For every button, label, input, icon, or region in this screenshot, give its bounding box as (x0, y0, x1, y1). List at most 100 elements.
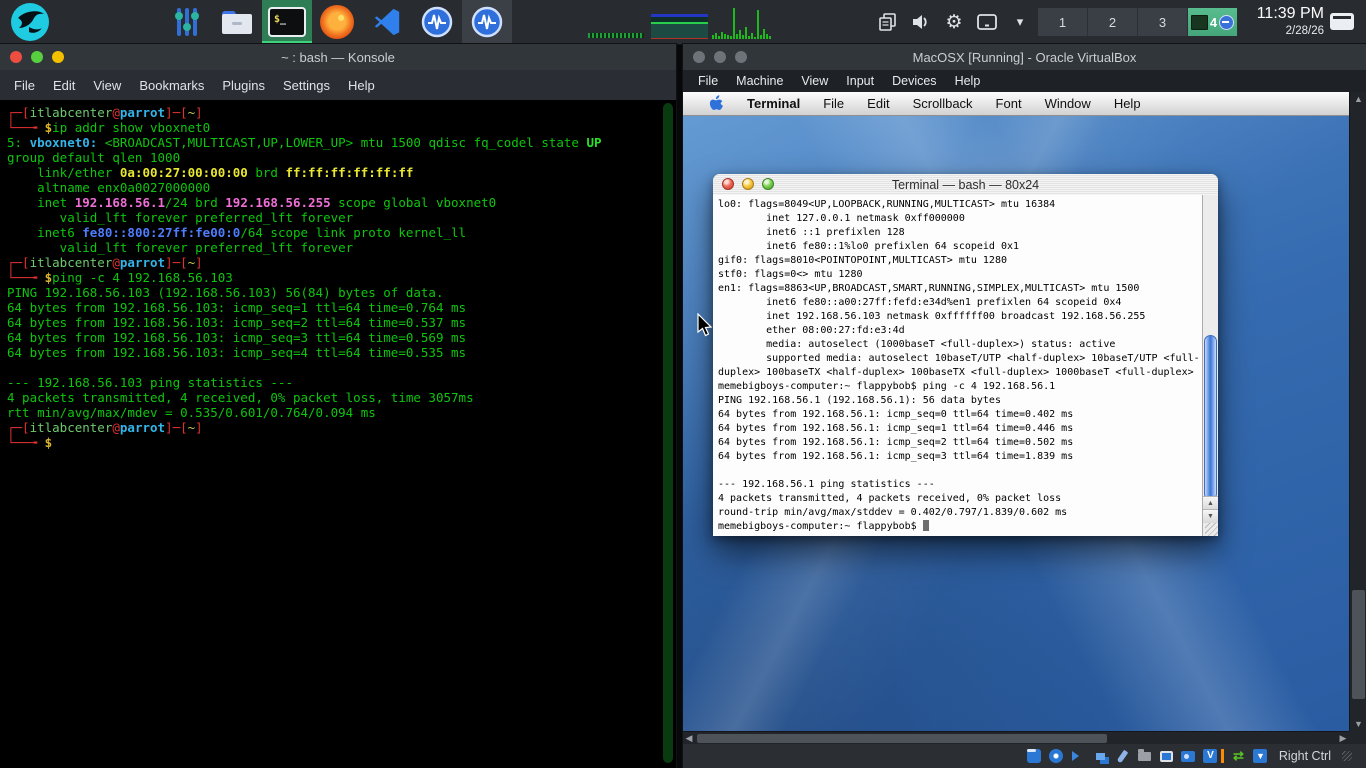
konsole-menu-file[interactable]: File (5, 78, 44, 93)
close-button[interactable] (722, 178, 734, 190)
audio-icon[interactable] (1071, 749, 1086, 764)
clipboard-icon[interactable] (878, 12, 898, 32)
vscode-launcher[interactable] (362, 0, 412, 44)
panel-clock[interactable]: 11:39 PM 2/28/26 (1238, 3, 1324, 39)
vbox-menu-file[interactable]: File (689, 74, 727, 88)
vbox-menu-devices[interactable]: Devices (883, 74, 945, 88)
features-icon[interactable]: V (1203, 749, 1218, 764)
settings-gear-icon[interactable]: ⚙ (944, 12, 964, 32)
vbox-menu-view[interactable]: View (792, 74, 837, 88)
workspace-3[interactable]: 3 (1138, 8, 1188, 36)
mac-terminal-window[interactable]: Terminal — bash — 80x24 lo0: flags=8049<… (713, 174, 1218, 536)
workspace-number: 1 (1059, 15, 1066, 30)
network-icon[interactable] (1093, 749, 1108, 764)
mac-menu-scrollback[interactable]: Scrollback (913, 96, 973, 111)
keyboard-capture-icon[interactable]: ▼ (1253, 749, 1268, 764)
terminal-line: inet6 fe80::800:27ff:fe00:0/64 scope lin… (7, 225, 676, 240)
mouse-integration-icon[interactable]: ⇄ (1231, 749, 1246, 764)
vm-vertical-scrollbar[interactable]: ▲ ▼ (1349, 92, 1366, 731)
mac-menu-edit[interactable]: Edit (867, 96, 889, 111)
konsole-terminal-output[interactable]: ┌─[itlabcenter@parrot]─[~]└──╼ $ip addr … (0, 100, 676, 768)
scrollbar-thumb[interactable] (1204, 335, 1217, 501)
mac-terminal-body[interactable]: lo0: flags=8049<UP,LOOPBACK,RUNNING,MULT… (713, 195, 1218, 536)
terminal-line: 64 bytes from 192.168.56.103: icmp_seq=1… (7, 300, 676, 315)
mac-terminal-titlebar[interactable]: Terminal — bash — 80x24 (713, 174, 1218, 196)
close-button[interactable] (10, 51, 22, 63)
shared-folders-icon[interactable] (1137, 749, 1152, 764)
chevron-down-icon[interactable]: ▾ (1010, 12, 1030, 32)
maximize-button[interactable] (31, 51, 43, 63)
vbox-menu-help[interactable]: Help (946, 74, 990, 88)
scroll-down-icon[interactable]: ▼ (1350, 719, 1366, 729)
vbox-menu-input[interactable]: Input (837, 74, 883, 88)
cpu-graph[interactable] (588, 33, 644, 38)
input-device-icon[interactable] (977, 12, 997, 32)
konsole-menu-help[interactable]: Help (339, 78, 384, 93)
scrollbar-thumb[interactable] (1352, 590, 1365, 699)
scroll-up-icon[interactable]: ▲ (1350, 94, 1366, 104)
system-monitor-2-launcher[interactable] (462, 0, 512, 44)
recording-icon[interactable] (1181, 749, 1196, 764)
mac-menu-app[interactable]: Terminal (747, 96, 800, 111)
terminal-line: 64 bytes from 192.168.56.1: icmp_seq=0 t… (718, 408, 1202, 422)
konsole-scrollbar[interactable] (663, 103, 673, 763)
scrollbar-corner (1349, 731, 1366, 744)
workspace-1[interactable]: 1 (1038, 8, 1088, 36)
minimize-button[interactable] (52, 51, 64, 63)
konsole-menu-edit[interactable]: Edit (44, 78, 84, 93)
close-button[interactable] (693, 51, 705, 63)
konsole-menu-settings[interactable]: Settings (274, 78, 339, 93)
minimize-button[interactable] (735, 51, 747, 63)
mouse-cursor (697, 313, 713, 342)
terminal-line (718, 464, 1202, 478)
volume-icon[interactable] (911, 12, 931, 32)
scroll-down-button[interactable]: ▼ (1203, 509, 1218, 523)
minimize-button[interactable] (742, 178, 754, 190)
konsole-menubar: FileEditViewBookmarksPluginsSettingsHelp (0, 70, 676, 100)
konsole-titlebar[interactable]: ~ : bash — Konsole (0, 44, 676, 70)
workspace-2[interactable]: 2 (1088, 8, 1138, 36)
audio-settings-launcher[interactable] (162, 0, 212, 44)
hard-disk-icon[interactable] (1027, 749, 1042, 764)
terminal-line: round-trip min/avg/max/stddev = 0.402/0.… (718, 506, 1202, 520)
terminal-line: valid_lft forever preferred_lft forever (7, 240, 676, 255)
vm-horizontal-scrollbar[interactable]: ◀ ▶ (683, 731, 1349, 745)
terminal-line: --- 192.168.56.103 ping statistics --- (7, 375, 676, 390)
resize-grip[interactable] (1205, 523, 1218, 536)
mac-menubar: Terminal File Edit Scrollback Font Window Hel… (683, 92, 1349, 116)
vm-screen[interactable]: Terminal File Edit Scrollback Font Window Hel… (683, 92, 1349, 731)
firefox-launcher[interactable] (312, 0, 362, 44)
resize-grip[interactable] (1342, 751, 1352, 761)
terminal-line: memebigboys-computer:~ flappybob$ ping -… (718, 380, 1202, 394)
optical-disc-icon[interactable] (1049, 749, 1064, 764)
mac-menu-help[interactable]: Help (1114, 96, 1141, 111)
panel-toolbox-button[interactable] (1330, 11, 1356, 33)
memory-graph[interactable] (651, 14, 708, 39)
file-manager-launcher[interactable] (212, 0, 262, 44)
vbox-titlebar[interactable]: MacOSX [Running] - Oracle VirtualBox (683, 44, 1366, 70)
system-monitor-launcher[interactable] (412, 0, 462, 44)
scroll-up-button[interactable]: ▲ (1203, 496, 1218, 510)
terminal-line: PING 192.168.56.103 (192.168.56.103) 56(… (7, 285, 676, 300)
mac-menu-font[interactable]: Font (996, 96, 1022, 111)
terminal-line: media: autoselect (1000baseT <full-duple… (718, 338, 1202, 352)
terminal-cursor (923, 520, 929, 531)
display-icon[interactable] (1159, 749, 1174, 764)
scrollbar-thumb[interactable] (697, 734, 1107, 743)
usb-icon[interactable] (1115, 749, 1130, 764)
apple-logo-icon[interactable] (709, 95, 724, 113)
workspace-4[interactable]: 4 (1188, 8, 1238, 36)
konsole-menu-plugins[interactable]: Plugins (213, 78, 274, 93)
maximize-button[interactable] (714, 51, 726, 63)
mac-menu-file[interactable]: File (823, 96, 844, 111)
parrot-menu-button[interactable] (10, 2, 50, 42)
konsole-menu-bookmarks[interactable]: Bookmarks (130, 78, 213, 93)
zoom-button[interactable] (762, 178, 774, 190)
mac-terminal-scrollbar[interactable]: ▲ ▼ (1202, 195, 1218, 536)
terminal-line: ┌─[itlabcenter@parrot]─[~] (7, 420, 676, 435)
konsole-menu-view[interactable]: View (84, 78, 130, 93)
terminal-launcher[interactable]: $_ (262, 0, 312, 44)
mac-menu-window[interactable]: Window (1045, 96, 1091, 111)
vbox-menu-machine[interactable]: Machine (727, 74, 792, 88)
network-graph[interactable] (712, 8, 774, 39)
